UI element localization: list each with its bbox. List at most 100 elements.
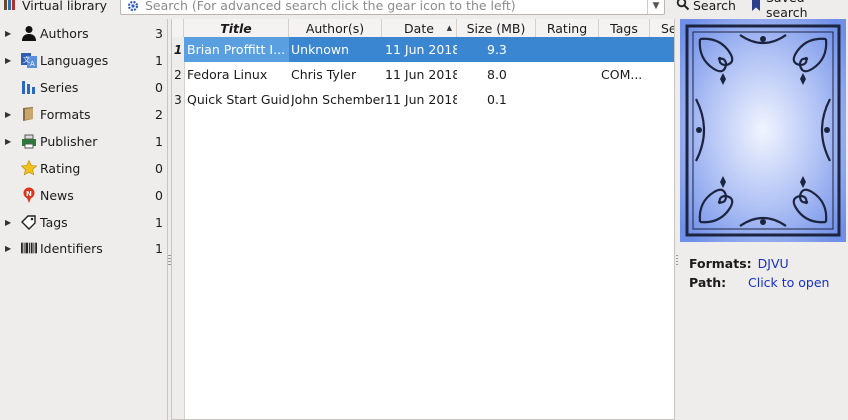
tag-browser-item-count: 1 bbox=[155, 52, 163, 68]
saved-search-button[interactable]: Saved search bbox=[751, 0, 848, 20]
cell-date[interactable]: 11 Jun 2018 bbox=[385, 87, 457, 112]
publisher-icon bbox=[21, 133, 37, 149]
book-details-panel: Formats: DJVU Path: Click to open bbox=[678, 19, 848, 420]
column-header-series[interactable]: Se bbox=[650, 19, 674, 37]
virtual-library-button[interactable]: Virtual library bbox=[0, 0, 107, 15]
star-icon bbox=[21, 160, 37, 176]
tag-browser-item-languages[interactable]: ▶ 文A Languages 1 bbox=[0, 48, 167, 72]
column-header-authors[interactable]: Author(s) bbox=[289, 19, 382, 37]
cell-size[interactable]: 0.1 bbox=[487, 87, 537, 112]
person-icon bbox=[21, 25, 37, 41]
tag-browser-item-formats[interactable]: ▶ Formats 2 bbox=[0, 102, 167, 126]
news-icon: N bbox=[21, 187, 37, 203]
tag-browser-item-count: 0 bbox=[155, 79, 163, 95]
cell-rating[interactable] bbox=[539, 87, 599, 112]
row-number[interactable]: 1 bbox=[172, 37, 184, 62]
tag-browser-item-count: 1 bbox=[155, 133, 163, 149]
cell-authors[interactable]: John Schember bbox=[291, 87, 384, 112]
column-header-tags[interactable]: Tags bbox=[599, 19, 650, 37]
book-row[interactable]: Quick Start Guide John Schember 11 Jun 2… bbox=[184, 87, 674, 112]
tag-browser-item-count: 0 bbox=[155, 187, 163, 203]
book-icon bbox=[21, 106, 37, 122]
path-link[interactable]: Click to open bbox=[748, 275, 829, 290]
tag-browser-item-label: Languages bbox=[40, 52, 109, 68]
svg-text:A: A bbox=[30, 60, 35, 68]
expand-arrow-icon[interactable]: ▶ bbox=[5, 137, 11, 146]
expand-arrow-icon[interactable]: ▶ bbox=[5, 110, 11, 119]
book-list-header: Title Author(s) Date ▲ Size (MB) Rating … bbox=[172, 19, 674, 38]
tag-browser-item-label: Tags bbox=[40, 214, 68, 230]
search-history-dropdown[interactable]: ▼ bbox=[647, 0, 664, 14]
svg-text:文: 文 bbox=[23, 55, 30, 64]
row-number-header bbox=[172, 19, 184, 37]
tag-browser-item-count: 1 bbox=[155, 240, 163, 256]
bookmark-icon bbox=[751, 0, 761, 14]
cell-size[interactable]: 9.3 bbox=[487, 37, 537, 62]
cell-tags[interactable]: COM... bbox=[601, 62, 649, 87]
gear-icon[interactable] bbox=[127, 0, 139, 12]
tag-browser-item-count: 2 bbox=[155, 106, 163, 122]
column-header-date[interactable]: Date ▲ bbox=[382, 19, 457, 37]
magnifier-icon bbox=[676, 0, 690, 14]
expand-arrow-icon[interactable]: ▶ bbox=[5, 218, 11, 227]
cell-authors[interactable]: Chris Tyler bbox=[291, 62, 382, 87]
expand-arrow-icon[interactable]: ▶ bbox=[5, 29, 11, 38]
cell-title[interactable]: Fedora Linux bbox=[187, 62, 289, 87]
search-button[interactable]: Search bbox=[676, 0, 736, 15]
search-box[interactable]: Search (For advanced search click the ge… bbox=[120, 0, 665, 15]
book-row[interactable]: Fedora Linux Chris Tyler 11 Jun 2018 8.0… bbox=[184, 62, 674, 87]
tag-browser: ▶ Authors 3 ▶ 文A Languages 1 Series 0 ▶ … bbox=[0, 19, 168, 420]
tag-browser-item-label: News bbox=[40, 187, 74, 203]
row-number[interactable]: 3 bbox=[172, 87, 184, 112]
cell-rating[interactable] bbox=[539, 62, 599, 87]
cell-title[interactable]: Quick Start Guide bbox=[187, 87, 289, 112]
svg-text:N: N bbox=[26, 190, 32, 198]
tag-browser-item-count: 0 bbox=[155, 160, 163, 176]
book-cover-image[interactable] bbox=[680, 19, 846, 242]
top-toolbar: Virtual library Search (For advanced sea… bbox=[0, 0, 848, 20]
cell-date[interactable]: 11 Jun 2018 bbox=[385, 62, 457, 87]
search-button-label: Search bbox=[693, 0, 736, 13]
book-list: Title Author(s) Date ▲ Size (MB) Rating … bbox=[171, 19, 675, 420]
tag-browser-item-label: Authors bbox=[40, 25, 89, 41]
cell-rating[interactable] bbox=[539, 37, 599, 62]
virtual-library-label: Virtual library bbox=[22, 0, 108, 13]
expand-arrow-icon[interactable]: ▶ bbox=[5, 56, 11, 65]
language-icon: 文A bbox=[21, 52, 37, 68]
tag-browser-item-series[interactable]: Series 0 bbox=[0, 75, 167, 99]
formats-link[interactable]: DJVU bbox=[758, 256, 789, 271]
path-label: Path: bbox=[689, 274, 727, 290]
tag-browser-item-authors[interactable]: ▶ Authors 3 bbox=[0, 21, 167, 45]
formats-label: Formats: bbox=[689, 255, 752, 271]
tag-browser-item-label: Rating bbox=[40, 160, 81, 176]
tag-browser-item-label: Publisher bbox=[40, 133, 98, 149]
sort-ascending-icon: ▲ bbox=[446, 24, 452, 32]
cell-date[interactable]: 11 Jun 2018 bbox=[385, 37, 457, 62]
cell-size[interactable]: 8.0 bbox=[487, 62, 537, 87]
tag-browser-item-tags[interactable]: ▶ Tags 1 bbox=[0, 210, 167, 234]
tag-browser-item-identifiers[interactable]: ▶ Identifiers 1 bbox=[0, 236, 167, 260]
tag-browser-item-count: 3 bbox=[155, 25, 163, 41]
book-row[interactable]: Brian Proffitt I... Unknown 11 Jun 2018 … bbox=[184, 37, 674, 62]
saved-search-label: Saved search bbox=[766, 0, 808, 20]
tag-browser-item-label: Identifiers bbox=[40, 240, 103, 256]
series-icon bbox=[21, 79, 37, 95]
tag-browser-item-label: Series bbox=[40, 79, 79, 95]
cell-authors[interactable]: Unknown bbox=[291, 37, 382, 62]
barcode-icon bbox=[21, 240, 37, 256]
tag-browser-item-rating[interactable]: Rating 0 bbox=[0, 156, 167, 180]
formats-detail: Formats: DJVU bbox=[689, 254, 789, 272]
tag-browser-item-publisher[interactable]: ▶ Publisher 1 bbox=[0, 129, 167, 153]
column-header-title[interactable]: Title bbox=[184, 19, 289, 37]
path-detail: Path: Click to open bbox=[689, 273, 829, 291]
column-header-rating[interactable]: Rating bbox=[536, 19, 599, 37]
expand-arrow-icon[interactable]: ▶ bbox=[5, 244, 11, 253]
cell-tags[interactable] bbox=[601, 37, 649, 62]
library-icon bbox=[2, 0, 18, 15]
cell-title[interactable]: Brian Proffitt I... bbox=[184, 37, 289, 62]
column-header-size[interactable]: Size (MB) bbox=[457, 19, 536, 37]
search-input[interactable]: Search (For advanced search click the ge… bbox=[145, 0, 647, 13]
tag-browser-item-news[interactable]: N News 0 bbox=[0, 183, 167, 207]
cell-tags[interactable] bbox=[601, 87, 649, 112]
row-number[interactable]: 2 bbox=[172, 62, 184, 87]
